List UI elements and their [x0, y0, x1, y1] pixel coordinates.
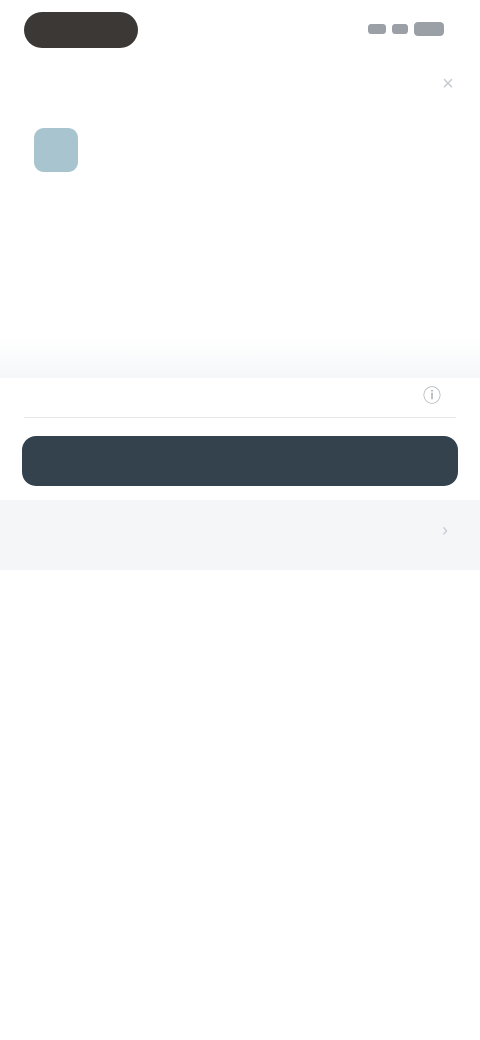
secondary-row[interactable]: ›	[0, 500, 480, 570]
status-icons	[368, 22, 444, 36]
screen: × ⓘ ›	[0, 0, 480, 1040]
chevron-right-icon: ›	[442, 520, 448, 540]
primary-button[interactable]	[22, 436, 458, 486]
signal-icon	[368, 24, 386, 34]
status-bar	[0, 0, 480, 60]
status-pill	[24, 12, 138, 48]
field-row[interactable]: ⓘ	[24, 378, 456, 418]
battery-icon	[414, 22, 444, 36]
wifi-icon	[392, 24, 408, 34]
info-icon[interactable]: ⓘ	[420, 382, 444, 410]
header-row: ×	[0, 60, 480, 110]
app-logo	[34, 128, 78, 172]
section-divider	[0, 338, 480, 378]
close-icon[interactable]: ×	[438, 74, 458, 94]
